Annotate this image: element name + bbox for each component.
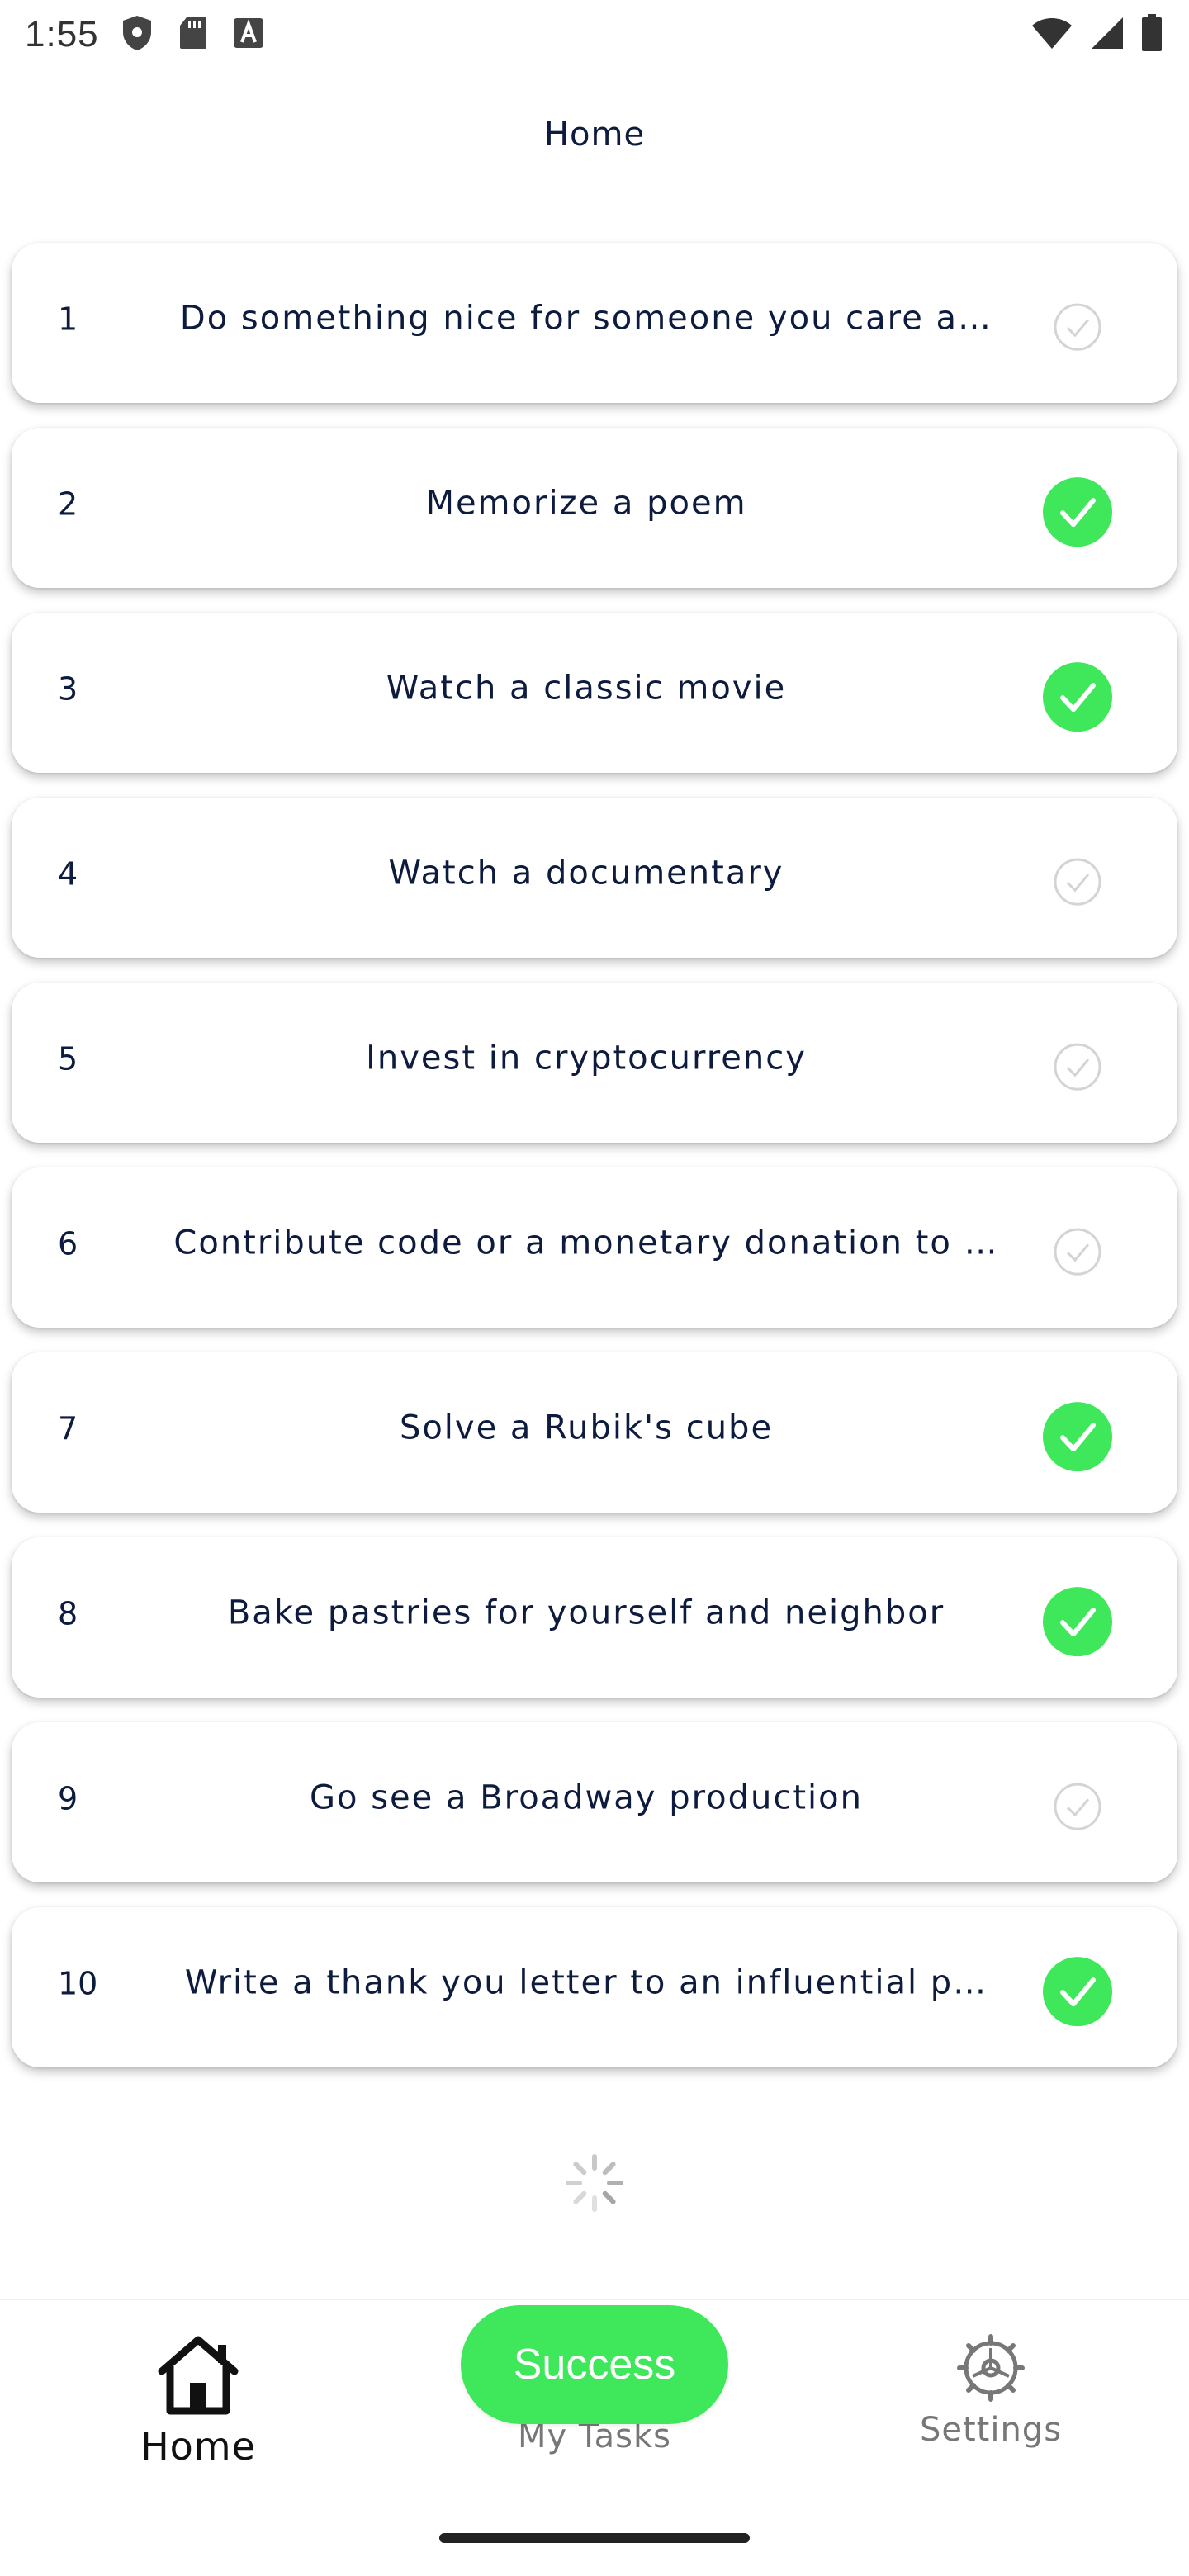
checked-circle-icon[interactable] [1042, 1586, 1113, 1657]
nav-settings-tab[interactable]: Settings [867, 2333, 1115, 2449]
task-title: Solve a Rubik's cube [399, 1409, 774, 1447]
task-number: 7 [58, 1410, 78, 1447]
unchecked-circle-icon[interactable] [1042, 846, 1113, 917]
checked-circle-icon[interactable] [1042, 661, 1113, 732]
battery-icon [1141, 14, 1163, 55]
checked-circle-icon[interactable] [1042, 1956, 1113, 2027]
unchecked-circle-icon[interactable] [1042, 1216, 1113, 1287]
sd-card-icon [178, 16, 208, 54]
nav-home-label: Home [140, 2424, 256, 2469]
task-number: 6 [58, 1225, 78, 1262]
success-toast: Success [461, 2305, 728, 2424]
task-title: Write a thank you letter to an influenti… [184, 1963, 988, 2002]
unchecked-circle-icon[interactable] [1042, 1031, 1113, 1102]
task-number: 5 [58, 1040, 78, 1077]
task-number: 8 [58, 1595, 78, 1632]
task-card[interactable]: 1 Do something nice for someone you care… [12, 243, 1177, 403]
nav-home-tab[interactable]: Home [74, 2333, 322, 2469]
unchecked-circle-icon[interactable] [1042, 1771, 1113, 1842]
task-title: Invest in cryptocurrency [366, 1039, 807, 1077]
checked-circle-icon[interactable] [1042, 476, 1113, 547]
loading-spinner-icon [565, 2153, 624, 2213]
wifi-icon [1030, 16, 1073, 54]
task-title: Memorize a poem [425, 484, 747, 523]
status-icons-left [121, 14, 264, 55]
task-card[interactable]: 7 Solve a Rubik's cube [12, 1352, 1177, 1513]
signal-icon [1090, 16, 1125, 54]
status-time: 1:55 [25, 14, 99, 54]
task-title: Watch a documentary [388, 854, 784, 893]
shield-icon [121, 14, 154, 55]
task-card[interactable]: 2 Memorize a poem [12, 428, 1177, 588]
task-card[interactable]: 9 Go see a Broadway production [12, 1722, 1177, 1882]
status-bar: 1:55 [0, 0, 1189, 69]
task-list: 1 Do something nice for someone you care… [12, 243, 1177, 2092]
task-card[interactable]: 6 Contribute code or a monetary donation… [12, 1167, 1177, 1328]
task-title: Do something nice for someone you care a… [179, 299, 993, 338]
checked-circle-icon[interactable] [1042, 1401, 1113, 1472]
task-number: 9 [58, 1780, 78, 1817]
task-number: 2 [58, 485, 78, 523]
task-number: 10 [58, 1965, 98, 2002]
task-card[interactable]: 5 Invest in cryptocurrency [12, 983, 1177, 1143]
home-icon [152, 2336, 244, 2419]
task-number: 1 [58, 301, 78, 338]
home-indicator[interactable] [439, 2533, 750, 2543]
status-left: 1:55 [25, 14, 264, 55]
nav-settings-label: Settings [919, 2411, 1063, 2449]
task-title: Bake pastries for yourself and neighbor [227, 1593, 945, 1632]
task-card[interactable]: 8 Bake pastries for yourself and neighbo… [12, 1537, 1177, 1698]
unchecked-circle-icon[interactable] [1042, 291, 1113, 362]
task-number: 3 [58, 670, 78, 708]
page-title: Home [543, 116, 646, 154]
task-card[interactable]: 10 Write a thank you letter to an influe… [12, 1907, 1177, 2067]
task-title: Watch a classic movie [386, 669, 787, 708]
task-number: 4 [58, 855, 78, 893]
gear-icon [956, 2334, 1026, 2406]
status-icons-right [1030, 14, 1163, 55]
task-title: Go see a Broadway production [310, 1778, 863, 1817]
task-title: Contribute code or a monetary donation t… [173, 1224, 999, 1262]
task-card[interactable]: 3 Watch a classic movie [12, 613, 1177, 773]
task-card[interactable]: 4 Watch a documentary [12, 798, 1177, 958]
font-a-icon [233, 17, 264, 52]
